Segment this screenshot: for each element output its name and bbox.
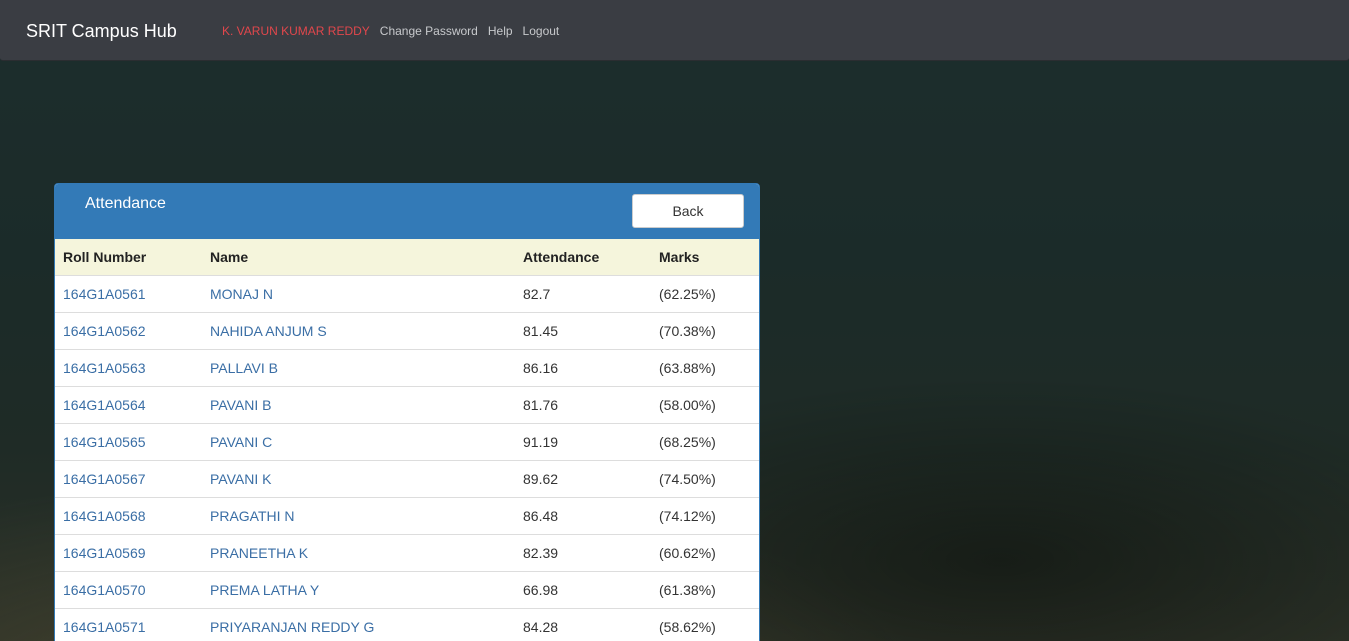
attendance-value: 81.45 bbox=[515, 312, 651, 350]
table-row: 164G1A0565 PAVANI C 91.19 (68.25%) bbox=[55, 423, 759, 461]
header-marks: Marks bbox=[651, 239, 759, 276]
panel-heading: Attendance Back bbox=[55, 184, 759, 239]
roll-number-link[interactable]: 164G1A0563 bbox=[63, 360, 146, 376]
logout-link[interactable]: Logout bbox=[523, 23, 560, 39]
student-name-link[interactable]: MONAJ N bbox=[210, 286, 273, 302]
table-body: 164G1A0561 MONAJ N 82.7 (62.25%) 164G1A0562 N… bbox=[55, 275, 759, 641]
marks-value: (70.38%) bbox=[651, 312, 759, 350]
marks-value: (74.50%) bbox=[651, 460, 759, 498]
roll-number-link[interactable]: 164G1A0565 bbox=[63, 434, 146, 450]
student-name-link[interactable]: PAVANI K bbox=[210, 471, 271, 487]
attendance-table: Roll Number Name Attendance Marks 164G1A… bbox=[55, 239, 759, 641]
roll-number-link[interactable]: 164G1A0569 bbox=[63, 545, 146, 561]
top-navbar: SRIT Campus Hub K. VARUN KUMAR REDDY Cha… bbox=[0, 0, 1349, 61]
student-name-link[interactable]: PALLAVI B bbox=[210, 360, 278, 376]
marks-value: (63.88%) bbox=[651, 349, 759, 387]
student-name-link[interactable]: PRANEETHA K bbox=[210, 545, 308, 561]
marks-value: (68.25%) bbox=[651, 423, 759, 461]
table-row: 164G1A0564 PAVANI B 81.76 (58.00%) bbox=[55, 386, 759, 424]
attendance-value: 89.62 bbox=[515, 460, 651, 498]
header-name: Name bbox=[202, 239, 515, 276]
student-name-link[interactable]: PRAGATHI N bbox=[210, 508, 295, 524]
table-row: 164G1A0571 PRIYARANJAN REDDY G 84.28 (58.62… bbox=[55, 608, 759, 641]
student-name-link[interactable]: PRIYARANJAN REDDY G bbox=[210, 619, 374, 635]
student-name-link[interactable]: NAHIDA ANJUM S bbox=[210, 323, 327, 339]
student-name-link[interactable]: PREMA LATHA Y bbox=[210, 582, 319, 598]
nav-links: K. VARUN KUMAR REDDY Change Password Hel… bbox=[222, 23, 569, 39]
roll-number-link[interactable]: 164G1A0561 bbox=[63, 286, 146, 302]
header-roll-number: Roll Number bbox=[55, 239, 202, 276]
marks-value: (58.62%) bbox=[651, 608, 759, 641]
attendance-value: 86.48 bbox=[515, 497, 651, 535]
marks-value: (60.62%) bbox=[651, 534, 759, 572]
user-name-link[interactable]: K. VARUN KUMAR REDDY bbox=[222, 23, 370, 39]
table-row: 164G1A0568 PRAGATHI N 86.48 (74.12%) bbox=[55, 497, 759, 535]
change-password-link[interactable]: Change Password bbox=[380, 23, 478, 39]
roll-number-link[interactable]: 164G1A0571 bbox=[63, 619, 146, 635]
roll-number-link[interactable]: 164G1A0562 bbox=[63, 323, 146, 339]
back-button[interactable]: Back bbox=[632, 194, 744, 228]
student-name-link[interactable]: PAVANI C bbox=[210, 434, 272, 450]
attendance-value: 86.16 bbox=[515, 349, 651, 387]
table-header-row: Roll Number Name Attendance Marks bbox=[55, 239, 759, 276]
marks-value: (74.12%) bbox=[651, 497, 759, 535]
panel-title: Attendance bbox=[85, 195, 166, 212]
roll-number-link[interactable]: 164G1A0564 bbox=[63, 397, 146, 413]
roll-number-link[interactable]: 164G1A0567 bbox=[63, 471, 146, 487]
attendance-value: 82.39 bbox=[515, 534, 651, 572]
table-row: 164G1A0569 PRANEETHA K 82.39 (60.62%) bbox=[55, 534, 759, 572]
brand-title[interactable]: SRIT Campus Hub bbox=[26, 20, 177, 42]
table-row: 164G1A0561 MONAJ N 82.7 (62.25%) bbox=[55, 275, 759, 313]
marks-value: (58.00%) bbox=[651, 386, 759, 424]
roll-number-link[interactable]: 164G1A0570 bbox=[63, 582, 146, 598]
attendance-value: 82.7 bbox=[515, 275, 651, 313]
help-link[interactable]: Help bbox=[488, 23, 513, 39]
table-row: 164G1A0563 PALLAVI B 86.16 (63.88%) bbox=[55, 349, 759, 387]
student-name-link[interactable]: PAVANI B bbox=[210, 397, 271, 413]
header-attendance: Attendance bbox=[515, 239, 651, 276]
attendance-value: 81.76 bbox=[515, 386, 651, 424]
table-row: 164G1A0567 PAVANI K 89.62 (74.50%) bbox=[55, 460, 759, 498]
marks-value: (62.25%) bbox=[651, 275, 759, 313]
attendance-value: 91.19 bbox=[515, 423, 651, 461]
marks-value: (61.38%) bbox=[651, 571, 759, 609]
attendance-panel: Attendance Back Roll Number Name Attenda… bbox=[54, 183, 760, 641]
attendance-value: 84.28 bbox=[515, 608, 651, 641]
table-row: 164G1A0570 PREMA LATHA Y 66.98 (61.38%) bbox=[55, 571, 759, 609]
roll-number-link[interactable]: 164G1A0568 bbox=[63, 508, 146, 524]
attendance-value: 66.98 bbox=[515, 571, 651, 609]
table-row: 164G1A0562 NAHIDA ANJUM S 81.45 (70.38%) bbox=[55, 312, 759, 350]
